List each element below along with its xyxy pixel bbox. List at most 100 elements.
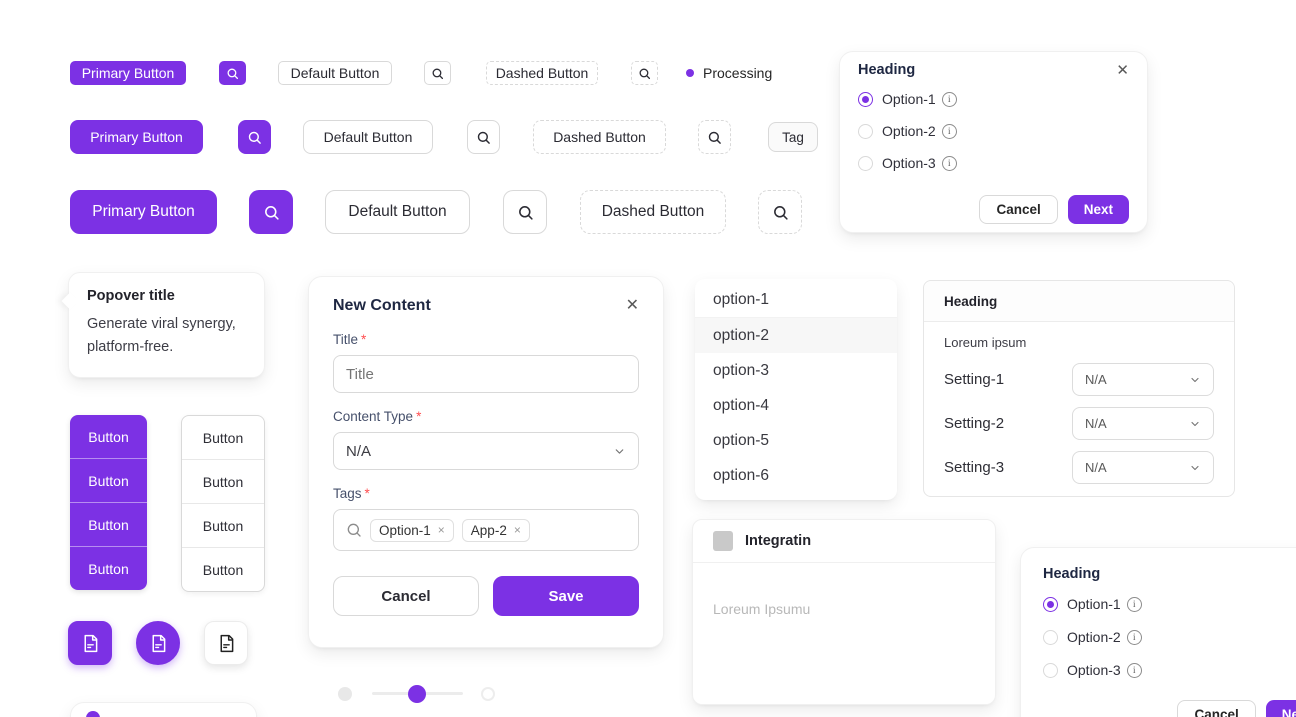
search-button-primary-small[interactable]	[219, 61, 246, 85]
field-label-text: Tags	[333, 486, 362, 501]
stacked-button[interactable]: Button	[182, 547, 264, 591]
processing-dot-icon	[686, 69, 694, 77]
dashed-button-medium[interactable]: Dashed Button	[533, 120, 666, 154]
setting-3-select[interactable]: N/A	[1072, 451, 1214, 484]
content-type-select[interactable]: N/A	[333, 432, 639, 470]
chip-remove-icon[interactable]: ×	[514, 523, 521, 537]
chevron-down-icon	[1189, 374, 1201, 386]
dropdown-item[interactable]: option-5	[695, 423, 897, 458]
tags-input[interactable]: Option-1 × App-2 ×	[333, 509, 639, 551]
stacked-button[interactable]: Button	[182, 459, 264, 503]
wizard-card-bottom: Heading Option-1 i Option-2 i Option-3 i…	[1020, 547, 1296, 717]
settings-title: Heading	[944, 294, 997, 309]
search-button-default-large[interactable]	[503, 190, 547, 234]
save-button[interactable]: Save	[493, 576, 639, 616]
info-icon[interactable]: i	[1127, 663, 1142, 678]
integration-title: Integratin	[745, 533, 811, 549]
stacked-button[interactable]: Button	[70, 415, 147, 458]
radio-circle	[1043, 663, 1058, 678]
dropdown-item[interactable]: option-3	[695, 353, 897, 388]
stepper-dot-end[interactable]	[481, 687, 495, 701]
dashed-button-small[interactable]: Dashed Button	[486, 61, 598, 85]
settings-subtitle: Loreum ipsum	[944, 335, 1214, 350]
dashed-button-large[interactable]: Dashed Button	[580, 190, 726, 234]
integration-body: Loreum Ipsumu	[693, 563, 995, 617]
default-button-large[interactable]: Default Button	[325, 190, 470, 234]
dropdown-item[interactable]: option-6	[695, 458, 897, 493]
cancel-button[interactable]: Cancel	[1177, 700, 1255, 717]
processing-label: Processing	[703, 65, 772, 81]
setting-2-select[interactable]: N/A	[1072, 407, 1214, 440]
info-icon[interactable]: i	[942, 92, 957, 107]
primary-button-medium[interactable]: Primary Button	[70, 120, 203, 154]
integration-card: Integratin Loreum Ipsumu	[692, 519, 996, 705]
integration-logo-placeholder	[713, 531, 733, 551]
file-button-square-default[interactable]	[204, 621, 248, 665]
search-button-primary-large[interactable]	[249, 190, 293, 234]
default-button-medium[interactable]: Default Button	[303, 120, 433, 154]
title-input[interactable]	[333, 355, 639, 393]
radio-option-2[interactable]: Option-2 i	[858, 123, 1129, 139]
stacked-button[interactable]: Button	[70, 502, 147, 546]
chip-label: Option-1	[379, 523, 431, 538]
search-icon	[517, 204, 534, 221]
radio-option-3[interactable]: Option-3 i	[858, 155, 1129, 171]
next-button[interactable]: Next	[1068, 195, 1129, 224]
stacked-button[interactable]: Button	[70, 458, 147, 502]
required-asterisk: *	[361, 332, 366, 347]
radio-option-1[interactable]: Option-1 i	[858, 91, 1129, 107]
info-icon[interactable]: i	[1127, 597, 1142, 612]
search-button-dashed-small[interactable]	[631, 61, 658, 85]
cancel-button[interactable]: Cancel	[979, 195, 1057, 224]
primary-button-small[interactable]: Primary Button	[70, 61, 186, 85]
select-value: N/A	[1085, 372, 1107, 387]
close-icon[interactable]: ✕	[1116, 63, 1129, 78]
file-button-square-primary[interactable]	[68, 621, 112, 665]
search-button-default-medium[interactable]	[467, 120, 500, 154]
search-icon	[638, 67, 651, 80]
dropdown-item[interactable]: option-1	[695, 282, 897, 318]
default-button-small[interactable]: Default Button	[278, 61, 392, 85]
radio-option-label: Option-3	[1067, 662, 1121, 678]
close-icon[interactable]: ✕	[626, 298, 639, 314]
file-icon	[148, 633, 169, 654]
cancel-button[interactable]: Cancel	[333, 576, 479, 616]
primary-button-large[interactable]: Primary Button	[70, 190, 217, 234]
dropdown-item[interactable]: option-4	[695, 388, 897, 423]
radio-option-1[interactable]: Option-1 i	[1043, 596, 1296, 612]
search-button-default-small[interactable]	[424, 61, 451, 85]
stepper-dot-start[interactable]	[338, 687, 352, 701]
popover-line2: platform-free.	[87, 339, 173, 355]
radio-circle	[1043, 597, 1058, 612]
stacked-button[interactable]: Button	[70, 546, 147, 590]
next-button[interactable]: Next	[1266, 700, 1296, 717]
radio-option-3[interactable]: Option-3 i	[1043, 662, 1296, 678]
setting-1-select[interactable]: N/A	[1072, 363, 1214, 396]
field-label-text: Title	[333, 332, 358, 347]
info-icon[interactable]: i	[942, 124, 957, 139]
info-icon[interactable]: i	[942, 156, 957, 171]
field-label-text: Content Type	[333, 409, 413, 424]
search-icon	[263, 204, 280, 221]
stacked-button[interactable]: Button	[182, 416, 264, 459]
tag-button[interactable]: Tag	[768, 122, 818, 152]
file-icon	[216, 633, 237, 654]
info-icon[interactable]: i	[1127, 630, 1142, 645]
search-button-dashed-medium[interactable]	[698, 120, 731, 154]
modal-title: New Content	[333, 297, 431, 315]
stacked-button[interactable]: Button	[182, 503, 264, 547]
slider-handle[interactable]	[408, 685, 426, 703]
radio-circle	[858, 92, 873, 107]
radio-circle	[858, 156, 873, 171]
dropdown-item[interactable]: option-2	[695, 318, 897, 353]
file-button-circle-primary[interactable]	[136, 621, 180, 665]
radio-option-2[interactable]: Option-2 i	[1043, 629, 1296, 645]
search-button-primary-medium[interactable]	[238, 120, 271, 154]
search-icon	[772, 204, 789, 221]
radio-circle	[858, 124, 873, 139]
tag-chip[interactable]: App-2 ×	[462, 519, 530, 542]
chip-remove-icon[interactable]: ×	[438, 523, 445, 537]
popover-body: Generate viral synergy, platform-free.	[87, 313, 246, 359]
search-button-dashed-large[interactable]	[758, 190, 802, 234]
tag-chip[interactable]: Option-1 ×	[370, 519, 454, 542]
